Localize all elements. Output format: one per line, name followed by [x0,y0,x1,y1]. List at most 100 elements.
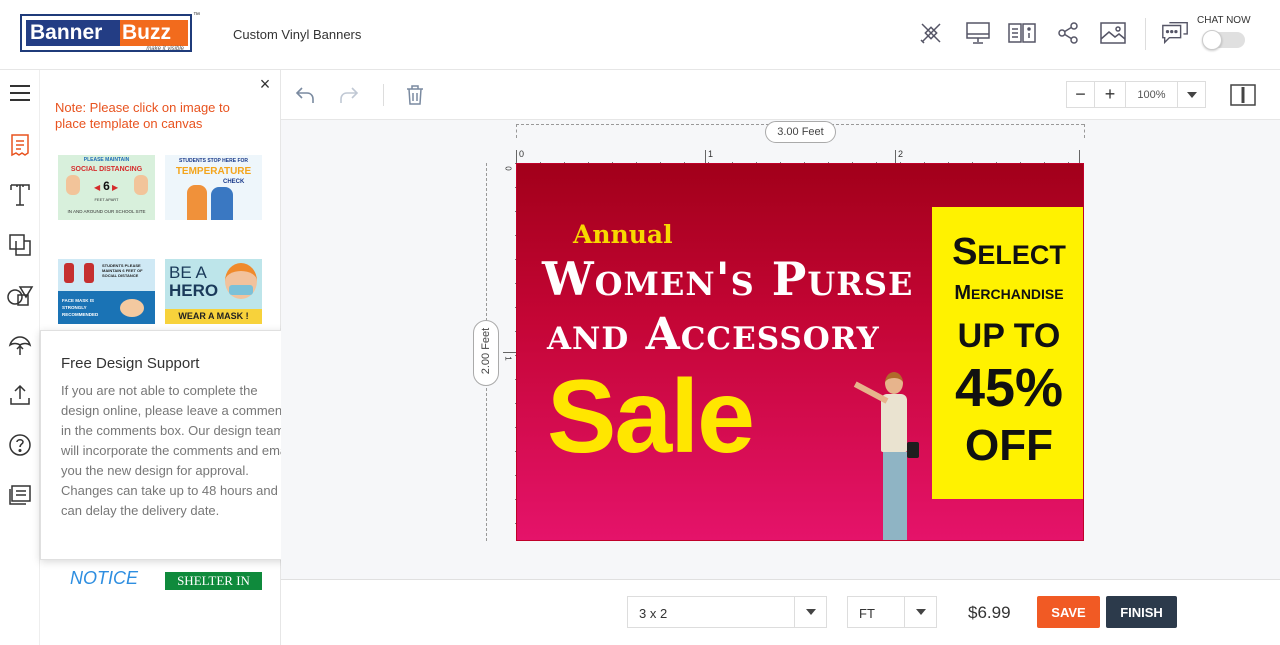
toggle-knob [1202,30,1222,50]
person-figure [187,185,207,220]
banner-annual-text[interactable]: Annual [573,220,673,249]
banner-sale-text[interactable]: Sale [547,358,755,477]
panel-note: Note: Please click on image to place tem… [55,100,230,131]
discount-upto-text: UP TO [957,317,1061,355]
banner-title-line1[interactable]: Women's Purse [542,252,913,306]
save-button[interactable]: SAVE [1037,596,1100,628]
canvas-toolbar: − + 100% [281,70,1280,120]
figure-head [885,372,903,394]
image-gallery-icon[interactable] [1098,18,1128,48]
template-text: IN AND AROUND OUR SCHOOL SITE [67,209,146,214]
template-text: CHECK [223,179,245,185]
ruler-label: 0 [519,149,525,159]
product-info-icon[interactable] [1007,18,1037,48]
template-text: HERO [169,281,219,300]
templates-icon[interactable] [5,130,35,160]
comments-icon[interactable] [5,480,35,510]
logo-banner-text: Banner [26,20,120,46]
banner-canvas[interactable]: Annual Women's Purse and Accessory Sale … [516,163,1084,541]
design-canvas-area: 3.00 Feet 0 1 2 2.00 Feet 0 1 Annual Wom… [281,120,1280,579]
top-ruler: 0 1 2 [516,149,1084,163]
banner-title-line2[interactable]: and Accessory [547,309,880,360]
size-select[interactable]: 3 x 2 [627,596,827,628]
template-thumb-notice[interactable]: NOTICE [58,560,155,590]
template-text: STUDENTS STOP HERE FOR [179,158,248,164]
product-name: Custom Vinyl Banners [233,27,362,42]
chat-toggle[interactable] [1202,30,1245,50]
ruler-label: 1 [503,356,513,361]
size-select-value: 3 x 2 [639,606,668,621]
dimension-tick [516,124,517,138]
zoom-dropdown-chevron-icon[interactable] [1178,82,1205,107]
discount-percent-text: 45% [954,358,1064,418]
clipart-icon[interactable] [5,330,35,360]
width-label: 3.00 Feet [765,121,836,143]
zoom-value[interactable]: 100% [1126,82,1178,107]
header-divider [1145,18,1146,50]
zoom-out-button[interactable]: − [1067,82,1095,107]
discount-off-text: OFF [965,421,1053,470]
height-label: 2.00 Feet [480,327,492,375]
upload-icon[interactable] [5,380,35,410]
person-figure [64,263,74,283]
template-thumb-temperature-check[interactable]: STUDENTS STOP HERE FOR TEMPERATURE CHECK [165,155,262,220]
share-icon[interactable] [1053,18,1083,48]
template-text: STUDENTS PLEASE MAINTAIN 6 FEET OF SOCIA… [102,263,143,278]
child-figure [66,175,80,195]
help-icon[interactable] [5,430,35,460]
face-figure [120,299,144,317]
mask-shape [229,285,253,295]
arrow-right-icon: ▶ [112,183,119,192]
child-figure [134,175,148,195]
logo-tagline: make it visible [146,46,184,52]
woman-figure-image[interactable] [847,372,927,540]
price-display: $6.99 [968,603,1011,622]
unit-select[interactable]: FT [847,596,937,628]
undo-icon[interactable] [291,82,319,108]
template-text: SOCIAL DISTANCING [70,166,143,173]
free-design-support-popup: Free Design Support × If you are not abl… [40,330,310,560]
template-thumb-social-distancing[interactable]: PLEASE MAINTAIN SOCIAL DISTANCING 6 ◀ ▶ … [58,155,155,220]
left-tool-rail [0,70,40,645]
template-thumb-be-a-hero[interactable]: BE A HERO WEAR A MASK ! [165,259,262,324]
panel-toggle-icon[interactable] [1229,82,1257,108]
chevron-down-icon[interactable] [904,597,936,627]
template-text: FACE MASK IS STRONGLY RECOMMENDED [62,298,99,317]
zoom-in-button[interactable]: + [1095,82,1126,107]
menu-hamburger-icon[interactable] [5,78,35,108]
discount-merchandise-text: Merchandise [954,282,1064,304]
preview-monitor-icon[interactable] [963,18,993,48]
template-thumb-shelter-in-place[interactable]: SHELTER IN [165,572,262,590]
text-tool-icon[interactable] [5,180,35,210]
template-text: PLEASE MAINTAIN [83,157,130,163]
chevron-down-icon[interactable] [794,597,826,627]
template-text: BE A [169,263,207,282]
design-tools-icon[interactable] [916,18,946,48]
person-figure [84,263,94,283]
template-text: NOTICE [70,568,139,588]
popup-title: Free Design Support [61,355,200,372]
logo-trademark: ™ [193,12,200,19]
chat-bubble-icon[interactable] [1160,18,1190,48]
template-text: TEMPERATURE [175,166,252,177]
close-panel-button[interactable]: × [257,75,273,93]
person-figure [211,187,233,220]
finish-button[interactable]: FINISH [1106,596,1177,628]
ruler-label: 0 [503,166,513,171]
discount-box[interactable]: Select Merchandise UP TO 45% OFF [932,207,1083,499]
bannerbuzz-logo[interactable]: Banner Buzz make it visible ™ [20,12,200,52]
top-header: Banner Buzz make it visible ™ Custom Vin… [0,0,1280,70]
redo-icon[interactable] [335,82,363,108]
figure-handbag [907,442,919,458]
template-text: FEET APART [94,197,119,202]
logo-buzz-text: Buzz [120,20,188,46]
layers-icon[interactable] [5,230,35,260]
shapes-icon[interactable] [5,280,35,310]
height-label-pill: 2.00 Feet [473,320,499,386]
ruler-label: 1 [708,149,714,159]
delete-trash-icon[interactable] [401,82,429,108]
template-thumb-maintain-distance[interactable]: STUDENTS PLEASE MAINTAIN 6 FEET OF SOCIA… [58,259,155,324]
bottom-bar: 3 x 2 FT $6.99 SAVE FINISH [281,579,1280,645]
popup-body: If you are not able to complete the desi… [61,383,293,518]
unit-select-value: FT [859,606,875,621]
